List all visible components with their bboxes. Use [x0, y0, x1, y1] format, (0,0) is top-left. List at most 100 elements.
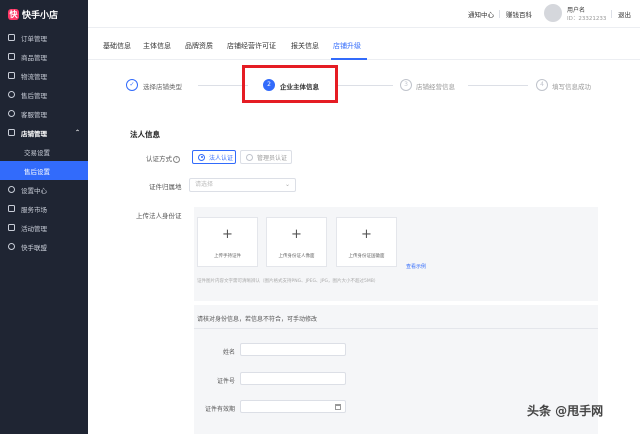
sidebar-item-logistics[interactable]: 物流管理: [0, 66, 88, 85]
region-select[interactable]: 请选择 ⌄: [189, 178, 296, 192]
validity-date-input[interactable]: [240, 400, 346, 413]
view-sample-link[interactable]: 查看示例: [406, 263, 426, 270]
logout-link[interactable]: 退出: [618, 9, 631, 19]
upload-emblem-card[interactable]: + 上传身份证国徽面: [336, 217, 397, 267]
avatar[interactable]: [544, 4, 562, 22]
radio-label: 法人认证: [209, 154, 234, 162]
wiki-link[interactable]: 赚钱百科: [506, 9, 532, 19]
progress-steps: ✓ 选择店铺类型 2 企业主体信息 3 店铺经营信息 4 填写信息成功: [118, 74, 608, 100]
headset-icon: [8, 110, 15, 117]
notification-center-link[interactable]: 通知中心: [468, 9, 494, 19]
plus-icon: +: [361, 227, 372, 242]
order-icon: [8, 34, 15, 41]
question-icon[interactable]: ?: [173, 155, 180, 163]
verify-tip: 请核对身份信息，若信息不符合，可手动修改: [197, 316, 318, 323]
tab-basic-info[interactable]: 基础信息: [103, 41, 131, 51]
sidebar-item-label: 店铺管理: [21, 129, 47, 138]
kuaishou-logo-icon: 快: [8, 8, 19, 20]
chevron-up-icon: ⌃: [74, 129, 80, 136]
user-name: 用户名: [567, 7, 586, 14]
step-number: 4: [536, 79, 548, 91]
upload-tip: 证件图片内容文字需可清晰辨认（图片格式支持PNG、JPEG、JPG，图片大小不超…: [197, 279, 379, 284]
sidebar-item-label: 物流管理: [21, 72, 47, 81]
brand-name: 快手小店: [22, 10, 59, 21]
step-label: 店铺经营信息: [416, 83, 455, 91]
sidebar-item-label: 活动管理: [21, 224, 47, 233]
sidebar-item-label: 商品管理: [21, 53, 47, 62]
radio-dot-icon: [246, 153, 253, 161]
divider: [611, 10, 612, 18]
step-number: 3: [400, 79, 412, 91]
step-label: 填写信息成功: [552, 83, 591, 91]
name-label: 姓名: [222, 349, 235, 356]
activity-icon: [8, 224, 15, 231]
check-icon: ✓: [126, 79, 138, 91]
sidebar-item-label: 设置中心: [21, 186, 47, 195]
settings-icon: [8, 186, 15, 193]
divider: [194, 328, 598, 329]
goods-icon: [8, 53, 15, 60]
sidebar-item-alliance[interactable]: 快手联盟: [0, 237, 88, 256]
upload-handheld-card[interactable]: + 上传手持证件: [197, 217, 258, 267]
tab-business-license[interactable]: 店铺经营许可证: [227, 41, 276, 51]
brand-logo[interactable]: 快 快手小店: [0, 0, 88, 28]
region-label: 证件归属地: [149, 183, 182, 191]
tab-bar: 基础信息 主体信息 品牌资质 店铺经营许可证 报关信息 店铺升级: [88, 28, 640, 60]
sidebar-item-label: 服务市场: [21, 205, 47, 214]
validity-label: 证件有效期: [204, 406, 235, 413]
sidebar-item-goods[interactable]: 商品管理: [0, 47, 88, 66]
step-label: 选择店铺类型: [143, 83, 182, 91]
auth-method-label: 认证方式?: [146, 153, 180, 163]
sidebar-item-customer-service[interactable]: 客服管理: [0, 104, 88, 123]
upload-panel: + 上传手持证件 + 上传身份证人像面 + 上传身份证国徽面 查看示例 证件图片…: [194, 207, 598, 301]
section-title: 法人信息: [130, 130, 160, 139]
sidebar-item-settings[interactable]: 设置中心: [0, 180, 88, 199]
top-bar: 通知中心 赚钱百科 用户名 ID：23321233 退出: [88, 0, 640, 28]
chevron-down-icon: ⌄: [284, 181, 290, 188]
radio-admin[interactable]: 管理员认证: [240, 150, 292, 164]
active-tab-indicator: [331, 58, 367, 60]
sidebar-subitem-after-sale-settings[interactable]: 售后设置: [0, 161, 88, 180]
select-placeholder: 请选择: [195, 181, 214, 188]
radio-legal-person[interactable]: 法人认证: [192, 150, 236, 164]
main-content: 基础信息 主体信息 品牌资质 店铺经营许可证 报关信息 店铺升级 ✓ 选择店铺类…: [88, 28, 640, 434]
user-id: ID：23321233: [567, 16, 607, 22]
label-text: 认证方式: [146, 155, 172, 163]
step-connector: [468, 85, 528, 86]
sidebar-item-shop[interactable]: 店铺管理 ⌃: [0, 123, 88, 142]
plus-icon: +: [222, 227, 233, 242]
calendar-icon[interactable]: [335, 404, 341, 410]
tab-brand-qualification[interactable]: 品牌资质: [185, 41, 213, 51]
sidebar: 快 快手小店 订单管理 商品管理 物流管理 售后管理 客服管理 店铺管理 ⌃ 交易…: [0, 0, 88, 434]
sidebar-item-market[interactable]: 服务市场: [0, 199, 88, 218]
logistics-icon: [8, 72, 15, 79]
shop-icon: [8, 129, 15, 136]
tab-shop-upgrade[interactable]: 店铺升级: [333, 41, 361, 51]
upload-label: 上传身份证人像面: [278, 254, 315, 259]
upload-id-label: 上传法人身份证: [136, 212, 182, 220]
upload-portrait-card[interactable]: + 上传身份证人像面: [266, 217, 327, 267]
radio-dot-icon: [198, 153, 205, 161]
id-number-input[interactable]: [240, 372, 346, 385]
sidebar-item-label: 售后管理: [21, 91, 47, 100]
plus-icon: +: [291, 227, 302, 242]
sidebar-item-label: 快手联盟: [21, 243, 47, 252]
highlight-annotation: [242, 65, 338, 103]
tab-entity-info[interactable]: 主体信息: [143, 41, 171, 51]
watermark: 头条 @甩手网: [527, 404, 604, 418]
sidebar-subitem-trade-settings[interactable]: 交易设置: [0, 142, 88, 161]
step-connector: [338, 85, 393, 86]
sidebar-item-label: 客服管理: [21, 110, 47, 119]
sidebar-item-activity[interactable]: 活动管理: [0, 218, 88, 237]
sidebar-item-orders[interactable]: 订单管理: [0, 28, 88, 47]
id-number-label: 证件号: [216, 378, 235, 385]
radio-label: 管理员认证: [257, 154, 288, 162]
upload-label: 上传手持证件: [214, 254, 241, 259]
tab-customs-info[interactable]: 报关信息: [291, 41, 319, 51]
sidebar-item-label: 订单管理: [21, 34, 47, 43]
name-input[interactable]: [240, 343, 346, 356]
sidebar-item-after-sale[interactable]: 售后管理: [0, 85, 88, 104]
after-sale-icon: [8, 91, 15, 98]
market-icon: [8, 205, 15, 212]
divider: [499, 10, 500, 18]
